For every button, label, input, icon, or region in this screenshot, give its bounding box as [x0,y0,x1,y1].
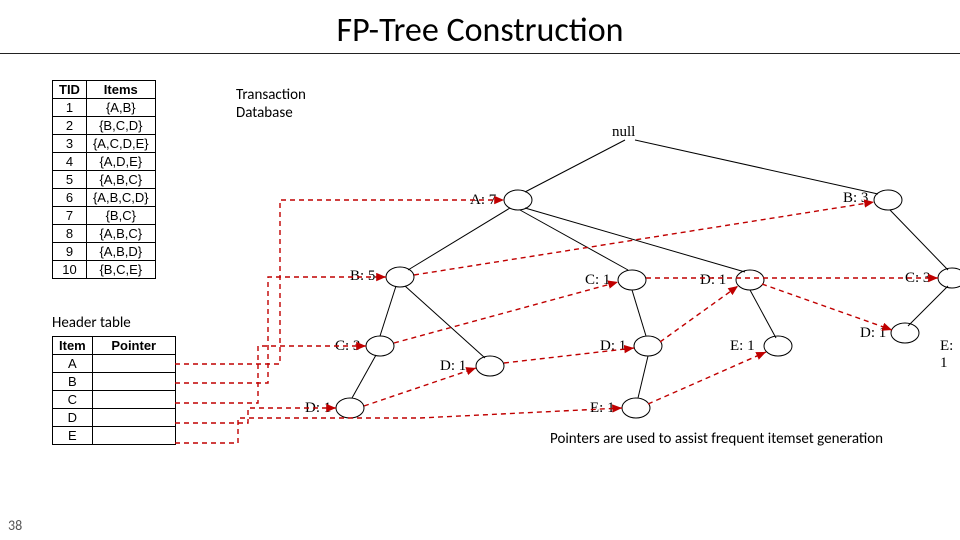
ellipse-d1c [891,323,919,343]
table-row: 4{A,D,E} [53,153,156,171]
ellipse-a7 [504,190,532,210]
node-d1a: D: 1 [700,272,726,289]
ellipse-c3 [366,336,394,356]
node-e1a: E: 1 [730,338,755,355]
table-row: 5{A,B,C} [53,171,156,189]
ellipse-d1d [336,398,364,418]
node-c3: C: 3 [335,338,360,355]
table-row: A [53,355,176,373]
node-c1a: C: 1 [585,272,610,289]
ellipse-e1a [764,336,792,356]
ellipse-b5 [386,267,414,287]
table-row: C [53,391,176,409]
txdb-label: TransactionDatabase [236,86,306,122]
node-e1c: E: 1 [590,400,615,417]
header-table-label: Header table [52,314,131,332]
th-items: Items [86,81,155,99]
note-text: Pointers are used to assist frequent ite… [550,430,930,448]
node-null: null [612,124,635,141]
ellipse-b3 [874,190,902,210]
th-item: Item [53,337,93,355]
node-d1c: D: 1 [860,325,886,342]
transaction-table: TIDItems 1{A,B} 2{B,C,D} 3{A,C,D,E} 4{A,… [52,80,156,279]
table-row: 8{A,B,C} [53,225,156,243]
node-d1e: D: 1 [440,358,466,375]
node-a7: A: 7 [470,192,496,209]
ellipse-d1a [736,270,764,290]
table-row: 1{A,B} [53,99,156,117]
node-e1b: E: 1 [940,338,960,372]
table-row: 2{B,C,D} [53,117,156,135]
node-b5: B: 5 [350,268,375,285]
slide-number: 38 [8,517,22,534]
ellipse-c1a [618,270,646,290]
ellipse-d1e [476,356,504,376]
node-c3b: C: 3 [905,270,930,287]
table-row: 10{B,C,E} [53,261,156,279]
ellipse-c3b [938,268,960,288]
table-row: E [53,427,176,445]
table-row: 9{A,B,D} [53,243,156,261]
table-row: D [53,409,176,427]
table-row: 3{A,C,D,E} [53,135,156,153]
ellipse-d1b [634,336,662,356]
th-ptr: Pointer [92,337,175,355]
node-b3: B: 3 [843,190,868,207]
node-d1d: D: 1 [305,400,331,417]
table-row: 7{B,C} [53,207,156,225]
table-row: 6{A,B,C,D} [53,189,156,207]
ellipse-e1c [622,398,650,418]
table-row: B [53,373,176,391]
page-title: FP-Tree Construction [0,0,960,54]
node-d1b: D: 1 [600,338,626,355]
header-table: ItemPointer A B C D E [52,336,176,445]
th-tid: TID [53,81,87,99]
